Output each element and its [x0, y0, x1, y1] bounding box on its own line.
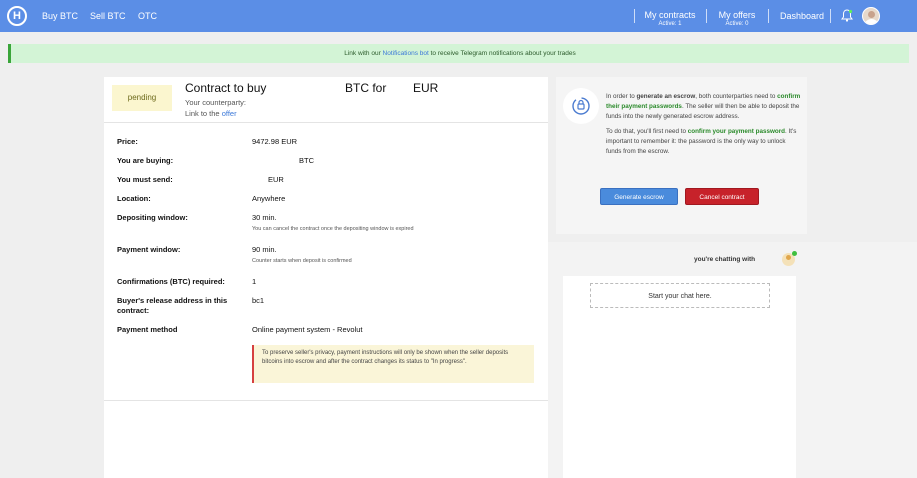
contract-details-panel: pending Contract to buy BTC for EUR Your… — [104, 77, 548, 478]
contract-title-btc: BTC for — [345, 81, 387, 95]
nav-divider — [634, 9, 635, 23]
escrow-instructions: In order to generate an escrow, both cou… — [606, 92, 801, 162]
contract-header: pending Contract to buy BTC for EUR Your… — [104, 77, 548, 123]
chat-messages-area[interactable]: Start your chat here. — [563, 276, 796, 478]
escrow-icon — [563, 88, 599, 124]
telegram-notification-banner: Link with our Notifications bot to recei… — [8, 44, 909, 63]
depositing-window-value: 30 min. — [252, 213, 277, 222]
nav-my-offers-label: My offers — [718, 10, 756, 20]
escrow-text-f: To do that, you'll first need to — [606, 128, 688, 135]
confirmations-value: 1 — [252, 277, 257, 286]
nav-my-contracts[interactable]: My contracts Active: 1 — [642, 10, 698, 27]
location-label: Location: — [117, 194, 151, 203]
payment-method-label: Payment method — [117, 325, 178, 334]
nav-otc[interactable]: OTC — [138, 11, 157, 21]
escrow-text-b: generate an escrow — [636, 93, 696, 100]
offer-link-line: Link to the offer — [185, 109, 237, 118]
confirmations-label: Confirmations (BTC) required: — [117, 277, 225, 286]
nav-my-offers[interactable]: My offers Active: 0 — [714, 10, 760, 27]
online-status-dot — [792, 251, 797, 256]
privacy-warning: To preserve seller's privacy, payment in… — [252, 345, 534, 383]
chat-title: you're chatting with — [694, 256, 756, 263]
status-badge: pending — [112, 85, 172, 111]
cancel-contract-button[interactable]: Cancel contract — [685, 188, 759, 205]
banner-text-pre: Link with our — [344, 50, 383, 57]
release-address-value: bc1 — [252, 296, 265, 305]
send-label: You must send: — [117, 175, 173, 184]
payment-window-note: Counter starts when deposit is confirmed — [252, 258, 352, 264]
price-value: 9472.98 EUR — [252, 137, 298, 146]
contract-title-currency: EUR — [413, 81, 439, 95]
nav-buy-btc[interactable]: Buy BTC — [42, 11, 78, 21]
escrow-text-a: In order to — [606, 93, 637, 100]
escrow-panel: In order to generate an escrow, both cou… — [556, 77, 807, 234]
notification-bell-icon[interactable] — [841, 9, 853, 22]
nav-divider — [768, 9, 769, 23]
chat-panel: you're chatting with Start your chat her… — [548, 242, 917, 478]
buying-value: BTC — [299, 156, 314, 165]
release-address-label-2: contract: — [117, 306, 150, 315]
counterparty-label: Your counterparty: — [185, 98, 247, 107]
payment-window-label: Payment window: — [117, 245, 181, 254]
escrow-paragraph-1: In order to generate an escrow, both cou… — [606, 92, 801, 122]
release-address-label: Buyer's release address in this — [117, 296, 228, 305]
notifications-bot-link[interactable]: Notifications bot — [383, 50, 429, 57]
payment-method-value: Online payment system - Revolut — [252, 325, 363, 334]
nav-sell-btc[interactable]: Sell BTC — [90, 11, 126, 21]
nav-my-contracts-label: My contracts — [644, 10, 696, 20]
offer-link[interactable]: offer — [222, 109, 237, 118]
contract-title: Contract to buy — [185, 81, 267, 95]
depositing-window-label: Depositing window: — [117, 213, 188, 222]
location-value: Anywhere — [252, 194, 286, 203]
escrow-text-g: confirm your payment password — [687, 128, 785, 135]
offer-link-prefix: Link to the — [185, 109, 222, 118]
price-label: Price: — [117, 137, 138, 146]
nav-divider — [830, 9, 831, 23]
depositing-window-note: You can cancel the contract once the dep… — [252, 226, 414, 232]
nav-divider — [706, 9, 707, 23]
generate-escrow-button[interactable]: Generate escrow — [600, 188, 678, 205]
logo-icon[interactable]: H — [7, 6, 27, 26]
nav-my-offers-count: Active: 0 — [725, 21, 749, 27]
top-nav: H Buy BTC Sell BTC OTC My contracts Acti… — [0, 0, 917, 32]
escrow-paragraph-2: To do that, you'll first need to confirm… — [606, 127, 801, 157]
chat-empty-placeholder: Start your chat here. — [590, 283, 770, 308]
user-avatar[interactable] — [862, 7, 880, 25]
buying-label: You are buying: — [117, 156, 174, 165]
send-value: EUR — [268, 175, 284, 184]
banner-text-post: to receive Telegram notifications about … — [428, 50, 576, 57]
nav-dashboard[interactable]: Dashboard — [780, 11, 824, 21]
divider — [104, 400, 548, 401]
escrow-text-c: , both counterparties need to — [695, 93, 778, 100]
nav-my-contracts-count: Active: 1 — [658, 21, 682, 27]
payment-window-value: 90 min. — [252, 245, 277, 254]
